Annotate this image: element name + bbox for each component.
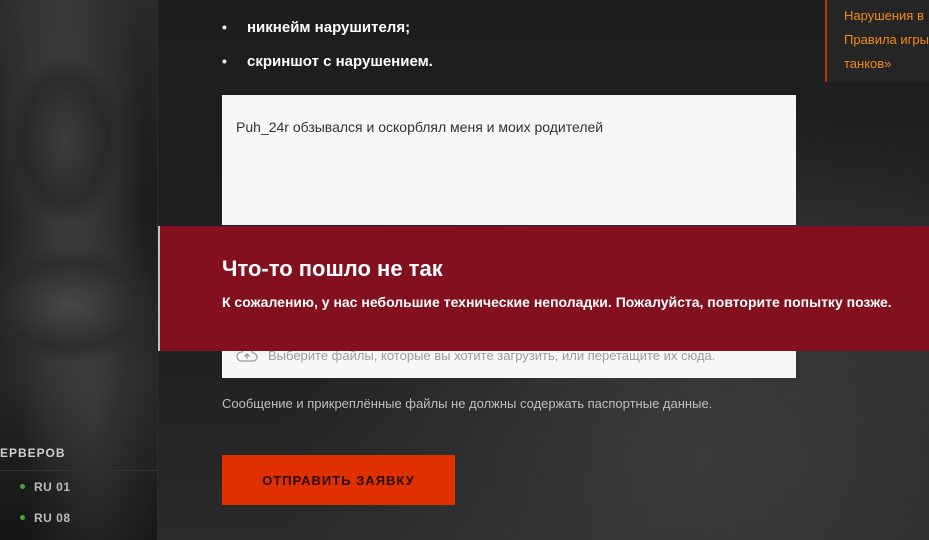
submit-request-button[interactable]: ОТПРАВИТЬ ЗАЯВКУ — [222, 455, 455, 505]
server-item-label: RU 01 — [34, 479, 71, 494]
list-item-text: скриншот с нарушением. — [247, 52, 433, 70]
list-item: • никнейм нарушителя; — [222, 10, 433, 44]
related-link[interactable]: танков» — [844, 52, 929, 76]
server-item-ru08[interactable]: RU 08 — [0, 502, 158, 533]
error-notification: Что-то пошло не так К сожалению, у нас н… — [158, 226, 929, 351]
bullet-icon: • — [222, 53, 227, 69]
bullet-icon: • — [222, 19, 227, 35]
error-message: К сожалению, у нас небольшие технические… — [222, 294, 892, 310]
list-item: • скриншот с нарушением. — [222, 44, 433, 78]
list-item-text: никнейм нарушителя; — [247, 18, 411, 36]
privacy-note: Сообщение и прикреплённые файлы не должн… — [222, 396, 713, 411]
left-background-art: ЕРВЕРОВ RU 01 RU 08 — [0, 0, 158, 540]
server-item-label: RU 08 — [34, 510, 71, 525]
server-status-dot — [20, 515, 25, 520]
related-link[interactable]: Правила игры — [844, 28, 929, 52]
server-status-panel: ЕРВЕРОВ RU 01 RU 08 — [0, 440, 158, 533]
requirements-list: • никнейм нарушителя; • скриншот с наруш… — [222, 10, 433, 78]
message-textarea[interactable]: Puh_24r обзывался и оскорблял меня и мои… — [222, 95, 796, 225]
related-link[interactable]: Нарушения в — [844, 4, 929, 28]
server-item-ru01[interactable]: RU 01 — [0, 471, 158, 502]
error-title: Что-то пошло не так — [222, 256, 443, 281]
server-status-dot — [20, 484, 25, 489]
server-status-title: ЕРВЕРОВ — [0, 440, 158, 471]
related-links-box: Нарушения в Правила игры танков» — [825, 0, 929, 82]
tank-art-top — [10, 60, 120, 220]
tank-art-bottom — [0, 250, 158, 360]
